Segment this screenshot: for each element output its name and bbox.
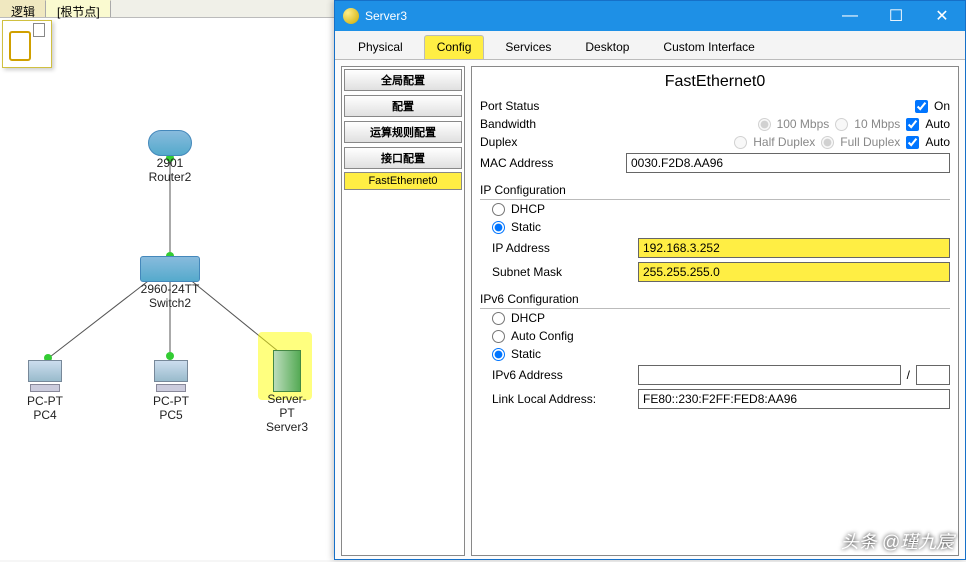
ip-static-radio[interactable] — [492, 221, 505, 234]
bw-10-radio — [835, 118, 848, 131]
full-duplex-label: Full Duplex — [840, 135, 900, 149]
pc-icon — [151, 360, 191, 394]
duplex-auto-checkbox[interactable] — [906, 136, 919, 149]
bw-100-radio — [758, 118, 771, 131]
config-tabs: Physical Config Services Desktop Custom … — [335, 31, 965, 60]
ip-address-label: IP Address — [492, 241, 632, 255]
node-pc4[interactable]: PC-PT PC4 — [20, 360, 70, 422]
close-button[interactable]: ✕ — [919, 1, 965, 31]
node-label: PC-PT — [146, 394, 196, 408]
ipv6-address-label: IPv6 Address — [492, 368, 632, 382]
full-duplex-radio — [821, 136, 834, 149]
node-label: 2901 — [148, 156, 192, 170]
tree-header-interface[interactable]: 接口配置 — [344, 147, 462, 169]
tree-header-algo[interactable]: 运算规则配置 — [344, 121, 462, 143]
ipv6-slash: / — [907, 368, 910, 382]
on-label: On — [934, 99, 950, 113]
half-duplex-label: Half Duplex — [753, 135, 815, 149]
subnet-mask-label: Subnet Mask — [492, 265, 632, 279]
ipv6-dhcp-radio[interactable] — [492, 312, 505, 325]
node-router[interactable]: 2901 Router2 — [148, 130, 192, 184]
tree-header-settings[interactable]: 配置 — [344, 95, 462, 117]
half-duplex-radio — [734, 136, 747, 149]
ipv6-static-radio[interactable] — [492, 348, 505, 361]
tree-header-global[interactable]: 全局配置 — [344, 69, 462, 91]
maximize-button[interactable]: ☐ — [873, 1, 919, 31]
ip-dhcp-label: DHCP — [511, 202, 545, 216]
minimize-button[interactable]: — — [827, 1, 873, 31]
app-icon — [343, 8, 359, 24]
mac-input[interactable] — [626, 153, 950, 173]
node-label: PC-PT — [20, 394, 70, 408]
subnet-mask-input[interactable] — [638, 262, 950, 282]
device-config-window: Server3 — ☐ ✕ Physical Config Services D… — [334, 0, 966, 560]
ipv6-address-input[interactable] — [638, 365, 901, 385]
config-panel: FastEthernet0 Port Status On Bandwidth 1… — [471, 66, 959, 556]
node-pc5[interactable]: PC-PT PC5 — [146, 360, 196, 422]
router-icon — [148, 130, 192, 156]
ip-config-header: IP Configuration — [480, 179, 950, 200]
duplex-auto-label: Auto — [925, 135, 950, 149]
node-label: PC4 — [20, 408, 70, 422]
mac-label: MAC Address — [480, 156, 620, 170]
node-label: Server-PT — [262, 392, 312, 420]
link-local-input[interactable] — [638, 389, 950, 409]
ipv6-config-header: IPv6 Configuration — [480, 288, 950, 309]
ipv6-auto-label: Auto Config — [511, 329, 574, 343]
node-label: Router2 — [148, 170, 192, 184]
server-icon — [273, 350, 301, 392]
node-label: PC5 — [146, 408, 196, 422]
node-switch[interactable]: 2960-24TT Switch2 — [140, 256, 200, 310]
ip-dhcp-radio[interactable] — [492, 203, 505, 216]
panel-title: FastEthernet0 — [480, 71, 950, 97]
bandwidth-label: Bandwidth — [480, 117, 620, 131]
ipv6-auto-radio[interactable] — [492, 330, 505, 343]
ip-address-input[interactable] — [638, 238, 950, 258]
link-local-label: Link Local Address: — [492, 392, 632, 406]
workspace-canvas[interactable]: 逻辑 [根节点] 2901 Router2 2960-24TT Switch2 … — [0, 0, 334, 560]
duplex-label: Duplex — [480, 135, 620, 149]
node-server[interactable]: Server-PT Server3 — [262, 350, 312, 434]
node-label: Switch2 — [140, 296, 200, 310]
pc-icon — [25, 360, 65, 394]
port-status-label: Port Status — [480, 99, 620, 113]
bw-auto-label: Auto — [925, 117, 950, 131]
titlebar[interactable]: Server3 — ☐ ✕ — [335, 1, 965, 31]
port-status-checkbox[interactable] — [915, 100, 928, 113]
ipv6-dhcp-label: DHCP — [511, 311, 545, 325]
ipv6-prefix-input[interactable] — [916, 365, 950, 385]
tab-physical[interactable]: Physical — [345, 35, 416, 59]
tab-config[interactable]: Config — [424, 35, 485, 59]
node-label: 2960-24TT — [140, 282, 200, 296]
bw-100-label: 100 Mbps — [777, 117, 830, 131]
bw-auto-checkbox[interactable] — [906, 118, 919, 131]
tree-leaf-fastethernet0[interactable]: FastEthernet0 — [344, 172, 462, 190]
switch-icon — [140, 256, 200, 282]
tab-services[interactable]: Services — [492, 35, 564, 59]
node-label: Server3 — [262, 420, 312, 434]
tab-desktop[interactable]: Desktop — [572, 35, 642, 59]
ipv6-static-label: Static — [511, 347, 541, 361]
window-title: Server3 — [365, 9, 407, 23]
tab-custom-interface[interactable]: Custom Interface — [650, 35, 767, 59]
watermark: 头条 @瑾九宸 — [841, 528, 954, 554]
ip-static-label: Static — [511, 220, 541, 234]
config-tree: 全局配置 配置 运算规则配置 接口配置 FastEthernet0 — [341, 66, 465, 556]
bw-10-label: 10 Mbps — [854, 117, 900, 131]
